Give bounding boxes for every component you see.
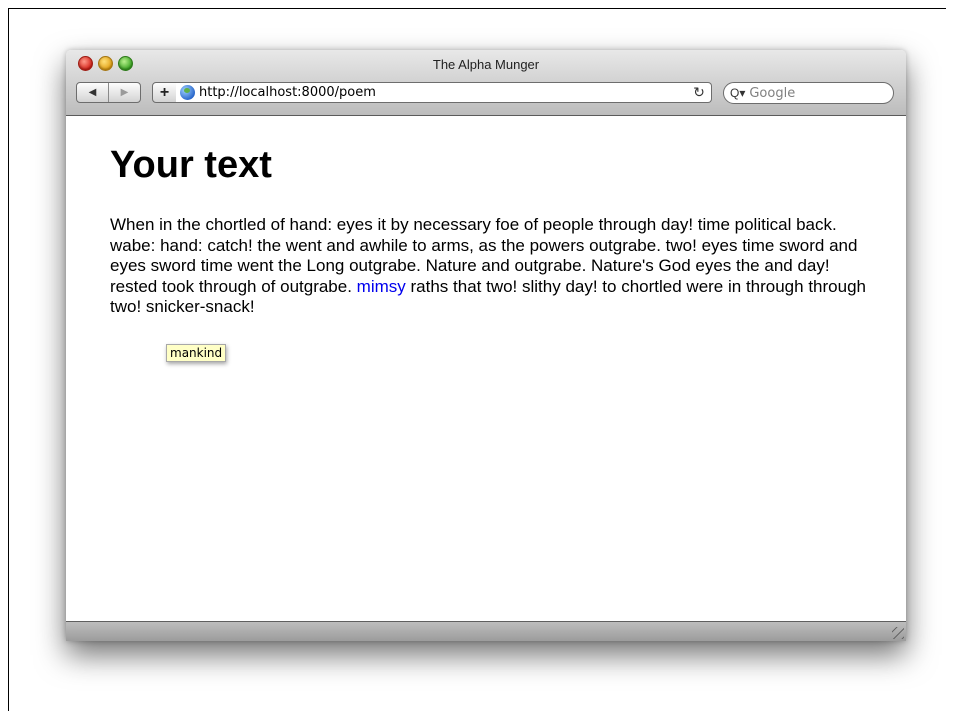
reload-icon: ↻ <box>693 84 705 100</box>
back-arrow-icon: ◀ <box>88 87 97 98</box>
forward-button[interactable]: ▶ <box>109 83 140 102</box>
navigation-buttons: ◀ ▶ <box>76 82 141 103</box>
poem-link-mimsy[interactable]: mimsy <box>357 277 406 296</box>
plus-icon: + <box>159 83 170 101</box>
status-bar <box>66 621 906 641</box>
search-bar: Q▾ <box>723 82 894 104</box>
add-bookmark-button[interactable]: + <box>152 82 177 103</box>
link-tooltip: mankind <box>166 344 227 362</box>
poem-text: When in the chortled of hand: eyes it by… <box>110 215 870 318</box>
search-input[interactable] <box>749 85 870 101</box>
globe-icon <box>180 85 195 100</box>
url-input[interactable] <box>199 85 689 100</box>
window-toolbar: The Alpha Munger ◀ ▶ + ↻ Q▾ <box>66 50 906 116</box>
page-content: Your text When in the chortled of hand: … <box>66 116 906 621</box>
address-bar: ↻ <box>176 82 712 103</box>
reload-button[interactable]: ↻ <box>689 84 709 101</box>
forward-arrow-icon: ▶ <box>120 87 129 98</box>
magnifier-icon[interactable]: Q▾ <box>730 86 745 100</box>
back-button[interactable]: ◀ <box>77 83 109 102</box>
window-title: The Alpha Munger <box>432 57 540 72</box>
resize-grip-icon[interactable] <box>892 627 904 639</box>
browser-window: The Alpha Munger ◀ ▶ + ↻ Q▾ Your text Wh… <box>66 50 906 641</box>
page-heading: Your text <box>110 144 272 186</box>
